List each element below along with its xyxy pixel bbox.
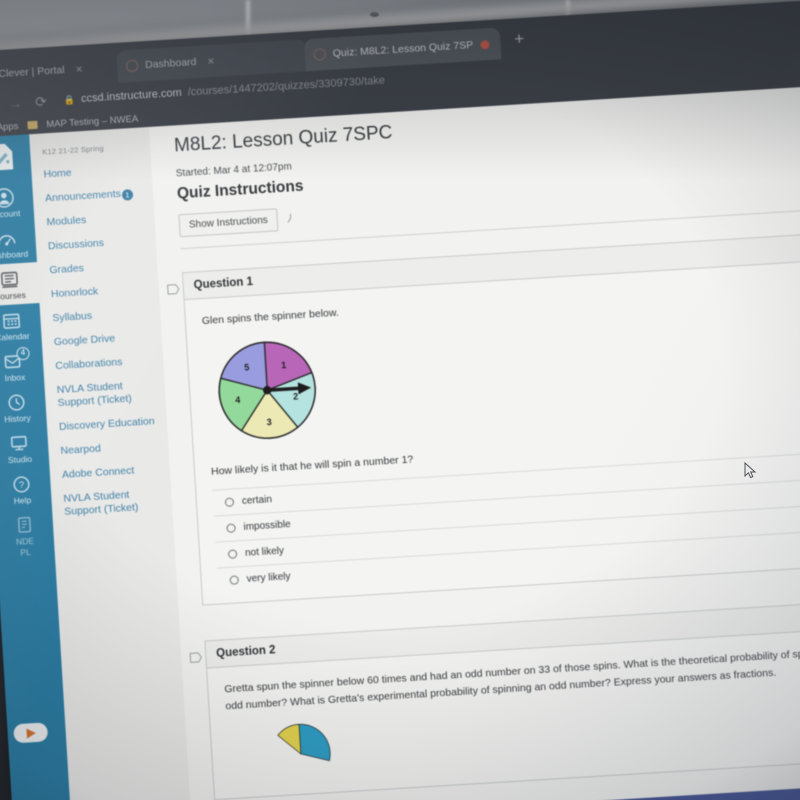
nde-icon: [0, 513, 54, 538]
global-nav-item-courses[interactable]: Courses: [0, 262, 40, 307]
course-nav-item-google-drive[interactable]: Google Drive: [54, 330, 163, 350]
course-nav-item-nvla-support-2[interactable]: NVLA Student Support (Ticket): [63, 486, 172, 519]
global-nav-item-dashboard[interactable]: Dashboard: [0, 221, 37, 265]
help-icon: ?: [0, 472, 51, 497]
canvas-favicon: [313, 48, 327, 61]
global-nav-label: Courses: [0, 289, 27, 302]
global-nav-item-history[interactable]: History: [0, 385, 47, 429]
course-nav-label: Announcements: [44, 187, 122, 205]
canvas-logo[interactable]: [0, 141, 15, 173]
spinner-label-1: 1: [281, 360, 287, 370]
course-nav-item-honorlock[interactable]: Honorlock: [51, 282, 160, 302]
show-instructions-button[interactable]: Show Instructions: [178, 208, 279, 238]
course-nav-item-discovery-education[interactable]: Discovery Education: [59, 414, 168, 434]
course-nav-item-grades[interactable]: Grades: [49, 258, 158, 278]
announcements-badge: 1: [121, 189, 134, 201]
question-1-body: Glen spins the spinner below. 1 2 3 4 5 …: [185, 259, 800, 604]
folder-icon: [27, 120, 38, 130]
global-nav-item-account[interactable]: Account: [0, 180, 34, 224]
global-nav-label: Dashboard: [0, 248, 29, 262]
global-nav-item-studio[interactable]: Studio: [0, 426, 49, 470]
radio-icon[interactable]: [227, 549, 238, 559]
url-path: /courses/1447202/quizzes/3309730/take: [187, 74, 386, 99]
bookmark-apps-label[interactable]: Apps: [0, 120, 19, 132]
course-nav-item-syllabus[interactable]: Syllabus: [52, 306, 161, 326]
global-nav-label: Account: [0, 207, 21, 220]
global-nav-label: Studio: [7, 453, 33, 466]
global-nav-item-inbox[interactable]: 4 Inbox: [0, 344, 44, 388]
calendar-icon: [0, 308, 41, 333]
close-icon[interactable]: ×: [75, 62, 83, 76]
tab-title: Quiz: M8L2: Lesson Quiz 7SP: [332, 39, 474, 60]
spinner-label-3: 3: [266, 417, 272, 427]
lock-icon: 🔒: [63, 93, 76, 105]
account-icon: [0, 185, 34, 210]
answer-label: impossible: [243, 519, 292, 533]
global-nav-item-calendar[interactable]: Calendar: [0, 303, 42, 347]
spinner-pie-svg-2: [277, 723, 331, 762]
canvas-app: Account Dashboard Courses Calendar 4 Inb…: [0, 82, 800, 800]
radio-icon[interactable]: [229, 575, 240, 585]
course-nav-item-modules[interactable]: Modules: [46, 210, 155, 230]
global-nav-item-nde-pl[interactable]: NDE PL: [0, 508, 55, 564]
question-1-wrapper: Question 1 Glen spins the spinner below.: [167, 231, 800, 606]
tab-title: Clever | Portal: [0, 64, 65, 81]
radio-icon[interactable]: [226, 523, 236, 533]
course-nav-item-nearpod[interactable]: Nearpod: [60, 438, 169, 458]
studio-record-button[interactable]: [13, 722, 49, 744]
course-nav-item-home[interactable]: Home: [43, 162, 152, 182]
bookmark-map-testing[interactable]: MAP Testing – NWEA: [46, 113, 139, 130]
answer-label: certain: [241, 494, 273, 507]
course-nav-item-collaborations[interactable]: Collaborations: [55, 354, 164, 374]
course-nav-item-nvla-support-1[interactable]: NVLA Student Support (Ticket): [56, 378, 165, 411]
flag-outline-icon[interactable]: [189, 652, 203, 664]
tab-title: Dashboard: [144, 55, 197, 72]
course-term-label: K12 21-22 Spring: [41, 143, 104, 157]
spinner-label-4: 4: [235, 395, 241, 405]
global-nav-label: NDE: [15, 535, 35, 547]
canvas-favicon: [125, 59, 139, 73]
spinner-label-5: 5: [244, 362, 250, 372]
spinner-label-2: 2: [293, 391, 299, 401]
monitor-screen: C Clever | Portal × Dashboard × Quiz: M8…: [0, 0, 800, 800]
global-nav-item-help[interactable]: ? Help: [0, 467, 52, 511]
url-domain: ccsd.instructure.com: [80, 86, 183, 106]
global-nav-label: Calendar: [0, 330, 30, 343]
quiz-content: M8L2: Lesson Quiz 7SPC Started: Mar 4 at…: [148, 82, 800, 800]
forward-icon[interactable]: →: [8, 95, 23, 112]
svg-text:?: ?: [19, 479, 25, 490]
question-1-box: Question 1 Glen spins the spinner below.: [181, 231, 800, 606]
global-nav-label: Help: [13, 494, 32, 506]
radio-icon[interactable]: [224, 497, 235, 508]
play-icon: [25, 727, 36, 739]
new-tab-button[interactable]: +: [514, 29, 525, 49]
answer-label: very likely: [246, 571, 291, 585]
studio-icon: [0, 431, 49, 456]
answer-label: not likely: [244, 545, 285, 559]
history-icon: [0, 390, 46, 415]
caret-icon: ⟩: [286, 213, 294, 225]
global-nav-label-2: PL: [20, 546, 32, 558]
ceiling-speck: [370, 12, 379, 17]
flag-outline-icon[interactable]: [167, 283, 181, 295]
recording-indicator-icon: [479, 39, 490, 50]
courses-icon: [0, 267, 39, 292]
global-nav-label: Inbox: [4, 371, 26, 384]
close-icon[interactable]: ×: [207, 54, 215, 68]
dashboard-icon: [0, 226, 36, 251]
course-nav-item-announcements[interactable]: Announcements 1: [45, 186, 154, 206]
global-nav-label: History: [3, 412, 31, 425]
mouse-pointer-icon: [744, 462, 757, 479]
spinner-pie-svg: 1 2 3 4 5: [218, 341, 316, 439]
close-icon[interactable]: ×: [500, 36, 502, 50]
course-nav-item-discussions[interactable]: Discussions: [48, 234, 157, 254]
course-nav-item-adobe-connect[interactable]: Adobe Connect: [62, 462, 171, 482]
reload-icon[interactable]: ⟳: [35, 93, 48, 110]
photo-of-screen: C Clever | Portal × Dashboard × Quiz: M8…: [0, 0, 800, 800]
